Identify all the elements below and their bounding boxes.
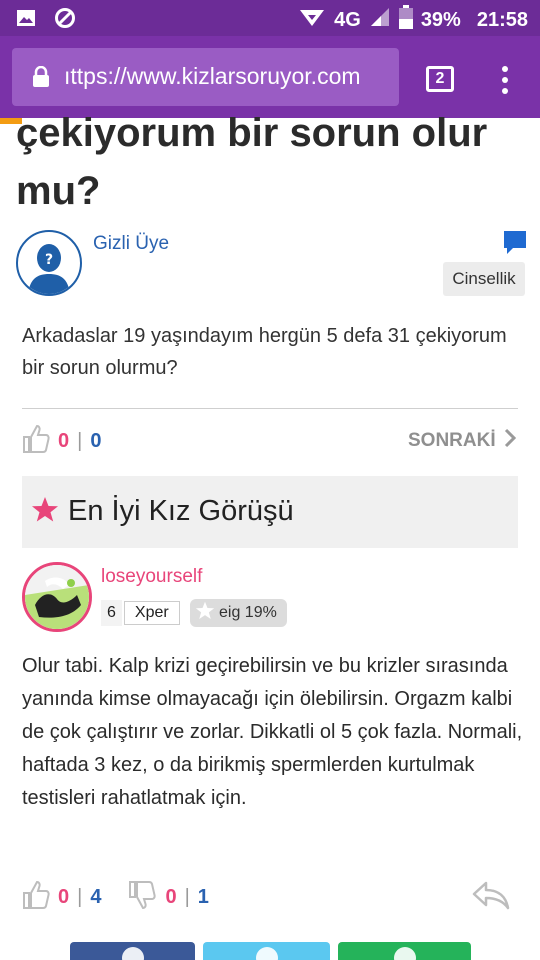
answer-like-count: 0 bbox=[58, 885, 70, 908]
network-type: 4G bbox=[334, 8, 361, 31]
vote-separator: | bbox=[77, 429, 83, 452]
comment-icon[interactable] bbox=[503, 230, 527, 261]
eig-value: eig 19% bbox=[219, 604, 277, 621]
question-title: çekiyorum bir sorun olur mu? bbox=[16, 111, 488, 213]
accent-bar bbox=[0, 118, 22, 124]
next-question-link[interactable]: SONRAKİ bbox=[408, 428, 516, 454]
eig-star-icon bbox=[195, 601, 215, 625]
twitter-icon bbox=[255, 947, 278, 960]
answer-author[interactable]: loseyourself bbox=[101, 566, 202, 588]
question-body: Arkadaslar 19 yaşındayım hergün 5 defa 3… bbox=[22, 325, 507, 379]
answer-like-total: 4 bbox=[90, 885, 102, 908]
section-title: En İyi Kız Görüşü bbox=[68, 495, 294, 527]
status-bar: 4G 39% 21:58 bbox=[0, 0, 540, 36]
comment-count: 0 bbox=[90, 429, 102, 452]
signal-icon bbox=[369, 6, 391, 34]
like-count: 0 bbox=[58, 429, 70, 452]
url-field[interactable]: ıttps://www.kizlarsoruyor.com bbox=[12, 48, 399, 106]
reply-icon[interactable] bbox=[472, 880, 510, 915]
facebook-button[interactable] bbox=[70, 942, 195, 960]
answer-votes: 0 | 4 0 | 1 bbox=[22, 880, 209, 914]
wifi-icon bbox=[298, 6, 326, 34]
gallery-icon bbox=[16, 8, 36, 33]
battery-icon bbox=[398, 5, 413, 35]
share-bar bbox=[0, 942, 540, 960]
answer-dislike-total: 1 bbox=[197, 885, 209, 908]
whatsapp-icon bbox=[393, 947, 416, 960]
answer-body: Olur tabi. Kalp krizi geçirebilirsin ve … bbox=[22, 655, 523, 809]
battery-percent: 39% bbox=[420, 8, 461, 31]
thumbs-down-icon[interactable] bbox=[127, 880, 157, 915]
facebook-icon bbox=[121, 947, 144, 960]
user-avatar[interactable] bbox=[22, 562, 92, 632]
svg-text:?: ? bbox=[45, 252, 53, 268]
eig-badge: eig 19% bbox=[190, 599, 287, 627]
question-author[interactable]: Gizli Üye bbox=[93, 233, 169, 255]
lock-icon bbox=[32, 65, 50, 93]
category-badge[interactable]: Cinsellik bbox=[443, 262, 525, 296]
url-text[interactable]: ıttps://www.kizlarsoruyor.com bbox=[64, 63, 396, 90]
blocked-icon bbox=[54, 7, 76, 34]
menu-dots-icon[interactable] bbox=[495, 66, 515, 94]
clock: 21:58 bbox=[476, 8, 528, 31]
tab-switcher-button[interactable]: 2 bbox=[426, 66, 454, 92]
question-votes: 0 | 0 bbox=[22, 424, 101, 458]
next-label: SONRAKİ bbox=[408, 430, 496, 451]
star-icon bbox=[31, 496, 59, 528]
thumbs-up-icon[interactable] bbox=[22, 424, 50, 459]
chevron-right-icon bbox=[504, 428, 516, 454]
whatsapp-button[interactable] bbox=[338, 942, 471, 960]
thumbs-up-icon[interactable] bbox=[22, 880, 50, 915]
level-number: 6 bbox=[101, 600, 122, 626]
anonymous-avatar[interactable]: ? bbox=[16, 230, 82, 296]
level-badge: 6 Xper bbox=[101, 600, 180, 626]
rank-label: Xper bbox=[123, 601, 180, 625]
divider bbox=[22, 408, 518, 409]
twitter-button[interactable] bbox=[203, 942, 330, 960]
answer-dislike-count: 0 bbox=[165, 885, 177, 908]
vote-separator: | bbox=[77, 885, 83, 908]
vote-separator: | bbox=[184, 885, 190, 908]
best-answer-header: En İyi Kız Görüşü bbox=[22, 476, 518, 548]
